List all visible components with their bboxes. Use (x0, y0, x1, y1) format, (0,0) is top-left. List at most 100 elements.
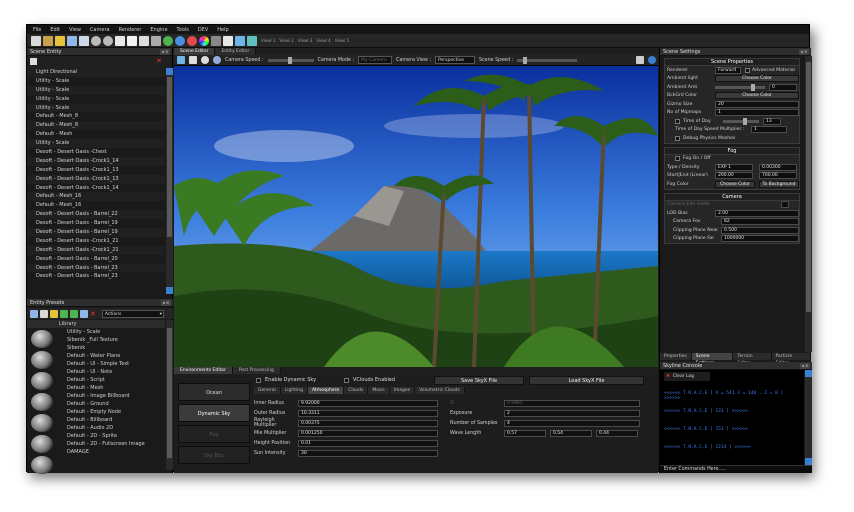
delete-preset-icon[interactable]: ✕ (90, 310, 96, 318)
add-child-icon[interactable] (70, 309, 78, 318)
fog-toggle-checkbox[interactable] (675, 156, 680, 162)
list-item[interactable]: Desoft - Desert Oasis -Crock1_21 (27, 237, 165, 246)
to-background-button[interactable]: To Background (759, 180, 799, 188)
actions-dropdown[interactable]: Actions ▾ (101, 309, 164, 318)
list-item[interactable]: Desoft - Desert Oasis -Crock1_13 (27, 174, 165, 184)
save-preset-icon[interactable] (30, 309, 38, 318)
panel-pin-icon[interactable]: ◂ × (160, 49, 170, 55)
advanced-material-checkbox[interactable] (745, 67, 750, 73)
tab-properties[interactable]: Properties (660, 353, 692, 360)
list-item[interactable]: Desoft - Desert Oasis -Chest (27, 148, 165, 157)
undo-icon[interactable] (91, 35, 101, 46)
menu-renderer[interactable]: Renderer (119, 27, 142, 33)
panel-pin-icon[interactable]: ◂ × (161, 300, 171, 306)
ocean-button[interactable]: Ocean (178, 383, 250, 401)
enable-dynamic-sky-checkbox[interactable] (256, 377, 261, 383)
scene-speed-slider[interactable] (517, 56, 578, 64)
camera-fov-input[interactable]: 82 (721, 218, 799, 226)
gizmo-size-input[interactable]: 20 (715, 100, 799, 108)
scroll-thumb[interactable] (167, 328, 172, 458)
tab-atmosphere[interactable]: Atmosphere (307, 387, 345, 394)
scroll-up-icon[interactable] (166, 68, 173, 75)
tab-terrain-editor[interactable]: Terrain Editor (733, 353, 772, 366)
clear-log-button[interactable]: ✖ Clear Log (664, 372, 710, 381)
layout-icon[interactable] (235, 35, 245, 46)
redo-icon[interactable] (103, 35, 113, 46)
scroll-down-icon[interactable] (166, 287, 173, 294)
time-of-day-slider[interactable] (723, 117, 759, 125)
tab-environments-editor[interactable]: Environments Editor (174, 367, 233, 374)
view-tab-2[interactable]: Viewl 2 (279, 38, 293, 43)
camera-mode-dropdown[interactable]: My Camera (358, 56, 393, 64)
tab-lighting[interactable]: Lighting (280, 387, 308, 394)
scroll-down-icon[interactable] (805, 458, 812, 465)
sky-box-button[interactable]: Sky Box (178, 446, 250, 464)
ambient-amt-input[interactable]: 0 (769, 83, 797, 91)
scale-icon[interactable] (175, 35, 185, 46)
color-wheel-icon[interactable] (199, 35, 209, 46)
wave-b-input[interactable]: 0.44 (596, 429, 638, 437)
menu-engine[interactable]: Engine (150, 27, 167, 33)
rayleigh-multiplier-input[interactable]: 0.00375 (298, 419, 438, 427)
save-all-icon[interactable] (79, 35, 89, 46)
grid-icon[interactable] (247, 35, 257, 46)
delete-icon[interactable]: ✕ (156, 58, 163, 65)
list-item[interactable]: Utility - Scale (27, 139, 165, 149)
clip-near-input[interactable]: 0.500 (721, 226, 799, 234)
clip-far-input[interactable]: 1000000 (721, 235, 799, 243)
settings-icon[interactable] (636, 56, 644, 64)
list-item[interactable]: Desoft - Desert Oasis - Barrel_23 (27, 263, 165, 273)
mipmaps-input[interactable]: 1 (715, 109, 799, 117)
preset-thumb-head[interactable] (31, 435, 53, 453)
load-skyx-button[interactable]: Load SkyX File (529, 376, 644, 385)
time-speed-input[interactable]: 1 (751, 126, 787, 134)
open-icon[interactable] (55, 35, 65, 46)
preset-thumb-sphere[interactable] (31, 351, 53, 369)
list-item[interactable]: Desoft - Desert Oasis -Crock1_14 (27, 156, 165, 166)
rotate-icon[interactable] (163, 35, 173, 46)
menu-edit[interactable]: Edit (50, 27, 60, 33)
scene-viewport[interactable] (174, 66, 658, 367)
fog-choose-color-button[interactable]: Choose Color (715, 180, 755, 188)
fog-button[interactable]: Fog (178, 425, 250, 443)
tab-clouds[interactable]: Clouds (344, 387, 369, 394)
fullscreen-icon[interactable] (177, 56, 185, 64)
paste-icon[interactable] (139, 35, 149, 46)
fog-type-dropdown[interactable]: EXP 1 (715, 163, 753, 171)
list-item[interactable]: Default - Mesh_16 (27, 201, 165, 210)
tab-entity-editor[interactable]: Entity Editor (215, 48, 257, 55)
tab-images[interactable]: Images (389, 387, 416, 394)
cut-icon[interactable] (115, 35, 125, 46)
camera-speed-slider[interactable] (267, 56, 314, 64)
panel-pin-icon[interactable]: ◂ × (800, 363, 810, 369)
menu-dev[interactable]: DEV (198, 27, 208, 33)
console-scrollbar[interactable] (805, 370, 812, 465)
list-item[interactable]: Utility - Scale (27, 103, 165, 113)
play-icon[interactable] (648, 56, 656, 64)
tab-scene-settings[interactable]: Scene Settings (691, 353, 734, 366)
view-tab-5[interactable]: Viewl 5 (335, 38, 349, 43)
list-item[interactable]: Default - Mesh (27, 130, 165, 139)
scroll-thumb[interactable] (167, 77, 172, 237)
menu-view[interactable]: View (69, 27, 81, 33)
import-icon[interactable] (80, 309, 88, 318)
list-item[interactable]: Default - Mesh_8 (27, 112, 165, 121)
height-position-input[interactable]: 0.01 (298, 439, 438, 447)
new-file-icon[interactable] (31, 35, 41, 46)
list-item[interactable]: Light Directional (27, 68, 165, 77)
time-of-day-input[interactable]: 13 (763, 117, 781, 125)
list-item[interactable]: Utility - Scale (27, 85, 165, 95)
move-icon[interactable] (151, 35, 161, 46)
tab-scene-editor[interactable]: Scene Editor (174, 48, 216, 55)
move-icon[interactable] (189, 56, 197, 64)
fog-start-input[interactable]: 200.00 (715, 172, 753, 180)
list-item[interactable]: Desoft - Desert Oasis - Barrel_23 (27, 272, 165, 281)
preset-thumb-figure[interactable] (31, 414, 53, 432)
outer-radius-input[interactable]: 10.3311 (298, 409, 438, 417)
camera-mode-dropdown[interactable] (781, 201, 789, 209)
camera-icon[interactable] (213, 56, 221, 64)
save-icon[interactable] (67, 35, 77, 46)
list-item[interactable]: Desoft - Desert Oasis - Barrel_19 (27, 228, 165, 237)
stop-icon[interactable] (187, 35, 197, 46)
dynamic-sky-button[interactable]: Dynamic Sky (178, 404, 250, 422)
